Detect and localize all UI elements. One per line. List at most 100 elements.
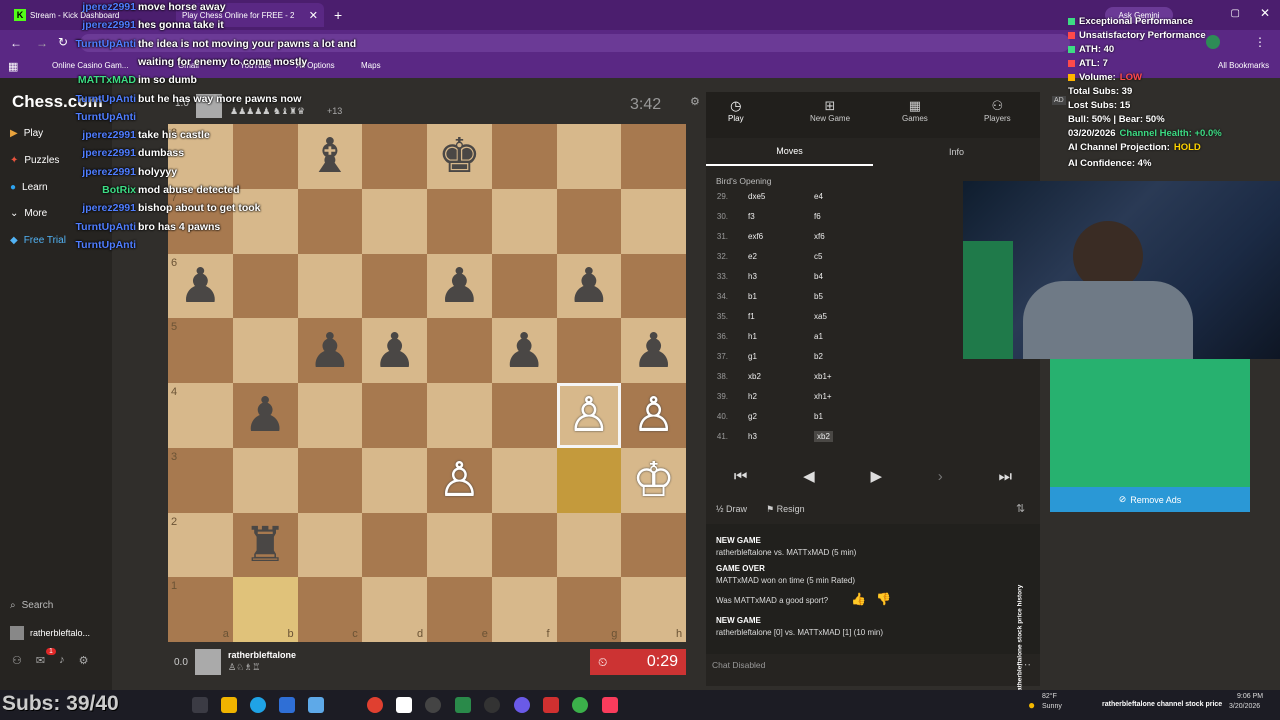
square-b8[interactable]	[232, 124, 298, 189]
white-move[interactable]: f1	[748, 312, 755, 321]
black-move[interactable]: a1	[814, 332, 823, 341]
black-move[interactable]: xa5	[814, 312, 827, 321]
black-move[interactable]: b4	[814, 272, 823, 281]
tab-moves[interactable]: Moves	[706, 138, 873, 166]
black-move[interactable]: b1	[814, 412, 823, 421]
sidebar-search[interactable]: ⌕ Search	[10, 600, 53, 611]
square-a5[interactable]	[168, 318, 233, 383]
square-h8[interactable]	[621, 124, 686, 189]
piece-b2[interactable]: ♜	[233, 513, 298, 578]
square-d2[interactable]	[362, 512, 427, 578]
piece-f5[interactable]: ♟	[492, 318, 557, 383]
square-b5[interactable]	[232, 318, 298, 383]
black-move[interactable]: xh1+	[814, 392, 832, 401]
square-a2[interactable]	[168, 512, 233, 578]
white-move[interactable]: h3	[748, 432, 757, 441]
white-move[interactable]: e2	[748, 252, 757, 261]
next-move-icon[interactable]: ▶	[870, 467, 882, 485]
first-move-icon[interactable]: ⏮	[734, 468, 748, 485]
piece-g6[interactable]: ♟	[557, 254, 622, 319]
piece-c5[interactable]: ♟	[298, 318, 363, 383]
square-b7[interactable]	[232, 188, 298, 254]
white-move[interactable]: b1	[748, 292, 757, 301]
discord-icon[interactable]	[514, 697, 530, 713]
friends-icon[interactable]: ⚇	[12, 654, 22, 667]
piece-b4[interactable]: ♟	[233, 383, 298, 448]
square-c3[interactable]	[297, 447, 363, 513]
square-e4[interactable]	[427, 383, 492, 448]
square-a3[interactable]	[168, 447, 233, 513]
white-move[interactable]: h1	[748, 332, 757, 341]
piece-d5[interactable]: ♟	[362, 318, 427, 383]
white-move[interactable]: g2	[748, 412, 757, 421]
chat-username[interactable]: jperez2991	[70, 1, 136, 13]
chrome-icon[interactable]	[367, 697, 383, 713]
black-move[interactable]: xb2	[814, 431, 833, 442]
square-g2[interactable]	[556, 512, 622, 578]
chat-username[interactable]: jperez2991	[70, 129, 136, 141]
thumbs-down-icon[interactable]: 👎	[876, 592, 891, 606]
music-icon[interactable]	[602, 697, 618, 713]
square-g3[interactable]	[556, 447, 622, 513]
white-move[interactable]: h3	[748, 272, 757, 281]
new-tab-icon[interactable]: +	[328, 3, 348, 27]
apps-icon[interactable]: ▦	[8, 60, 18, 73]
chat-username[interactable]: TurntUpAnti	[70, 93, 136, 105]
piece-e3[interactable]: ♙	[427, 448, 492, 513]
gear-icon[interactable]: ⚙	[79, 654, 89, 667]
nav-players[interactable]: ⚇ Players	[984, 98, 1011, 123]
piece-c8[interactable]: ♝	[298, 124, 363, 189]
app-icon[interactable]	[484, 697, 500, 713]
square-a4[interactable]	[168, 383, 233, 448]
nav-new-game[interactable]: ⊞ New Game	[810, 98, 850, 123]
square-f7[interactable]	[491, 188, 557, 254]
mail-icon[interactable]: ✉	[36, 654, 45, 667]
black-move[interactable]: b5	[814, 292, 823, 301]
piece-e6[interactable]: ♟	[427, 254, 492, 319]
chat-username[interactable]: BotRix	[70, 184, 136, 196]
last-move-icon[interactable]: ⏭	[999, 468, 1013, 485]
square-d3[interactable]	[362, 447, 427, 513]
forward-move-icon[interactable]: ›	[938, 468, 943, 485]
sidebar-item-free-trial[interactable]: ◆ Free Trial	[10, 235, 66, 246]
close-icon[interactable]: ✕	[309, 9, 318, 22]
chat-username[interactable]: TurntUpAnti	[70, 239, 136, 251]
black-move[interactable]: xb1+	[814, 372, 832, 381]
piece-g4[interactable]: ♙	[557, 383, 622, 448]
sidebar-item-puzzles[interactable]: ✦ Puzzles	[10, 155, 59, 166]
store-icon[interactable]	[279, 697, 295, 713]
settings-icon[interactable]: ⚙	[690, 95, 700, 108]
square-d4[interactable]	[362, 383, 427, 448]
chat-username[interactable]: TurntUpAnti	[70, 221, 136, 233]
app-icon[interactable]	[308, 697, 324, 713]
obs-icon[interactable]	[425, 697, 441, 713]
tab-info[interactable]: Info	[873, 138, 1040, 166]
chrome-alt-icon[interactable]	[572, 697, 588, 713]
piece-h4[interactable]: ♙	[621, 383, 686, 448]
square-b3[interactable]	[232, 447, 298, 513]
black-move[interactable]: b2	[814, 352, 823, 361]
bell-icon[interactable]: ♪	[59, 654, 65, 667]
sidebar-user[interactable]: ratherbleftalo...	[10, 626, 90, 640]
square-f3[interactable]	[491, 447, 557, 513]
sidebar-item-learn[interactable]: ● Learn	[10, 182, 48, 193]
square-c7[interactable]	[297, 188, 363, 254]
nav-play[interactable]: ◷ Play	[728, 98, 744, 123]
draw-button[interactable]: ½ Draw	[716, 504, 747, 514]
square-d8[interactable]	[362, 124, 427, 189]
square-f8[interactable]	[491, 124, 557, 189]
chat-username[interactable]: MATTxMAD	[70, 74, 136, 86]
square-e5[interactable]	[427, 318, 492, 383]
notepad-icon[interactable]	[396, 697, 412, 713]
square-g7[interactable]	[556, 188, 622, 254]
sidebar-item-more[interactable]: ⌄ More	[10, 208, 47, 219]
black-move[interactable]: e4	[814, 192, 823, 201]
close-window-icon[interactable]: ✕	[1260, 6, 1270, 20]
square-d6[interactable]	[362, 253, 427, 319]
flip-board-icon[interactable]: ⇅	[1016, 502, 1025, 515]
black-move[interactable]: c5	[814, 252, 822, 261]
square-g5[interactable]	[556, 318, 622, 383]
square-h6[interactable]	[621, 253, 686, 319]
square-h2[interactable]	[621, 512, 686, 578]
resign-button[interactable]: ⚑ Resign	[766, 504, 805, 515]
